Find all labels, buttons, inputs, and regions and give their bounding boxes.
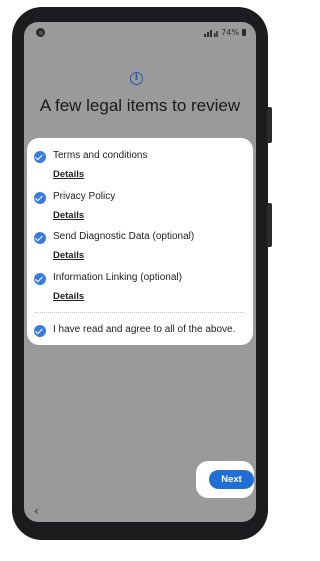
- legal-items-card: Terms and conditions Details Privacy Pol…: [27, 138, 253, 345]
- camera-icon: [36, 28, 45, 37]
- item-label: Information Linking (optional): [53, 272, 182, 283]
- page-title: A few legal items to review: [39, 96, 241, 115]
- next-button[interactable]: Next: [209, 470, 254, 489]
- details-link[interactable]: Details: [53, 169, 84, 180]
- battery-percent: 74%: [221, 28, 239, 37]
- item-label: Terms and conditions: [53, 150, 148, 161]
- next-button-container: Next: [196, 461, 254, 498]
- item-label: Privacy Policy: [53, 191, 116, 202]
- details-link[interactable]: Details: [53, 250, 84, 261]
- check-icon[interactable]: [34, 232, 46, 244]
- info-icon: i: [130, 72, 143, 85]
- volume-button: [267, 107, 272, 143]
- signal-icon: [204, 29, 219, 37]
- details-link[interactable]: Details: [53, 210, 84, 221]
- agree-all-label: I have read and agree to all of the abov…: [53, 324, 236, 335]
- status-bar: 74%: [24, 22, 256, 44]
- item-label: Send Diagnostic Data (optional): [53, 231, 195, 242]
- check-icon[interactable]: [34, 192, 46, 204]
- divider: [35, 312, 245, 313]
- screen: 74% i A few legal items to review Terms …: [24, 22, 256, 522]
- check-icon[interactable]: [34, 151, 46, 163]
- power-button: [267, 203, 272, 247]
- status-indicators: 74%: [204, 28, 246, 37]
- chevron-left-icon[interactable]: ‹: [34, 504, 39, 518]
- check-icon[interactable]: [34, 273, 46, 285]
- details-link[interactable]: Details: [53, 291, 84, 302]
- battery-icon: [242, 29, 246, 36]
- check-icon[interactable]: [34, 325, 46, 337]
